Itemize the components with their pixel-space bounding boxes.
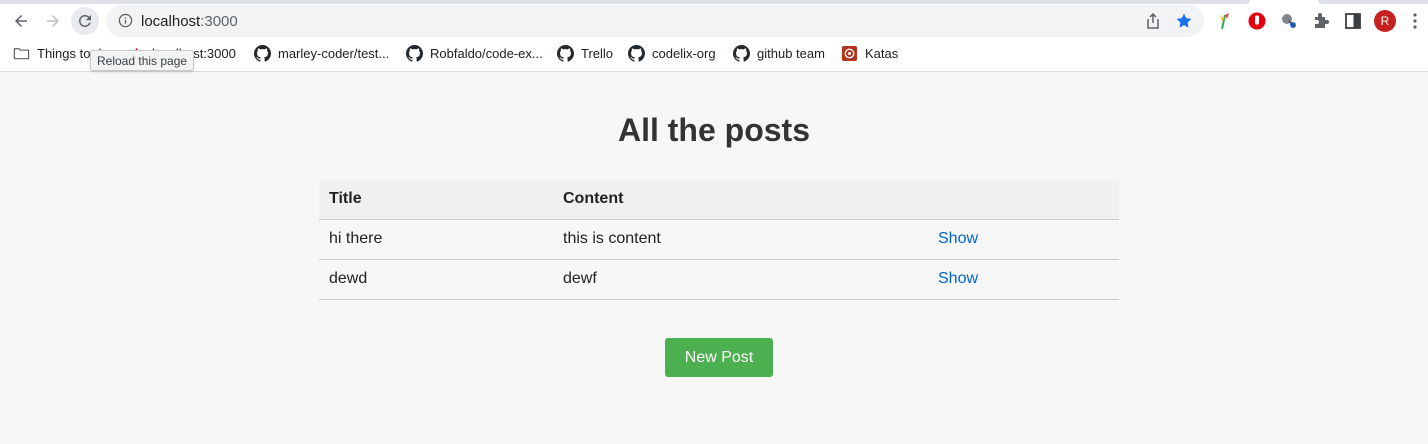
column-header-title: Title <box>319 180 553 220</box>
browser-chrome: localhost:3000 R Things to do localhos <box>0 0 1428 72</box>
post-title-cell: dewd <box>319 259 553 300</box>
table-row: dewd dewf Show <box>319 259 1119 300</box>
github-icon <box>628 44 645 62</box>
address-bar[interactable]: localhost:3000 <box>106 5 1204 37</box>
bookmark-github-team[interactable]: github team <box>733 42 825 64</box>
back-button[interactable] <box>7 7 35 35</box>
post-content-cell: this is content <box>553 219 928 260</box>
side-panel-icon[interactable] <box>1343 11 1363 31</box>
bookmark-katas[interactable]: Katas <box>841 42 898 64</box>
bookmark-label: codelix-org <box>652 45 716 61</box>
bookmark-codelix-org[interactable]: codelix-org <box>628 42 716 64</box>
adblock-icon[interactable] <box>1247 11 1267 31</box>
bookmark-star-icon[interactable] <box>1174 11 1194 31</box>
arrow-left-icon <box>15 15 27 27</box>
bookmark-marley-coder[interactable]: marley-coder/test... <box>254 42 389 64</box>
extensions-puzzle-icon[interactable] <box>1311 11 1331 31</box>
bookmark-label: Katas <box>865 45 899 61</box>
table-header-row: Title Content <box>319 180 1119 220</box>
reload-tooltip: Reload this page <box>90 50 195 71</box>
address-host: localhost <box>141 13 201 30</box>
profile-avatar[interactable]: R <box>1374 10 1396 32</box>
page-title: All the posts <box>617 112 810 148</box>
share-icon[interactable] <box>1144 12 1162 30</box>
show-post-link[interactable]: Show <box>938 270 978 287</box>
post-actions-cell: Show <box>928 219 1119 260</box>
forward-button[interactable] <box>39 7 67 35</box>
reload-icon <box>78 14 91 27</box>
post-content-cell: dewf <box>553 259 928 300</box>
new-post-button[interactable]: New Post <box>665 338 773 377</box>
github-icon <box>406 44 423 62</box>
bookmark-trello[interactable]: Trello <box>557 42 613 64</box>
bookmarks-bar: Things to do localhost:3000 marley-coder… <box>0 42 1428 66</box>
bookmark-label: github team <box>757 45 825 61</box>
reload-button[interactable] <box>71 7 99 35</box>
address-text: localhost:3000 <box>141 13 238 30</box>
bookmark-label: marley-coder/test... <box>278 45 390 61</box>
info-icon[interactable] <box>118 13 133 28</box>
bookmark-robfaldo[interactable]: Robfaldo/code-ex... <box>406 42 543 64</box>
address-port: :3000 <box>200 13 238 30</box>
github-icon <box>733 44 750 62</box>
post-actions-cell: Show <box>928 259 1119 300</box>
github-icon <box>254 44 271 62</box>
browser-toolbar: localhost:3000 R <box>0 4 1428 38</box>
bookmark-label: Robfaldo/code-ex... <box>430 45 543 61</box>
codewars-icon <box>841 45 858 61</box>
bookmark-label: Trello <box>581 45 614 61</box>
posts-table: Title Content hi there this is content S… <box>319 180 1119 300</box>
post-title-cell: hi there <box>319 219 553 260</box>
show-post-link[interactable]: Show <box>938 230 978 247</box>
extension-satellite-icon[interactable] <box>1279 11 1299 31</box>
extension-leaf-icon[interactable] <box>1214 11 1234 31</box>
column-header-content: Content <box>553 180 928 220</box>
github-icon <box>557 44 574 62</box>
column-header-actions <box>928 180 1119 220</box>
more-menu-icon[interactable] <box>1412 12 1418 30</box>
folder-icon <box>13 47 30 59</box>
table-row: hi there this is content Show <box>319 219 1119 260</box>
arrow-right-icon <box>47 15 59 27</box>
